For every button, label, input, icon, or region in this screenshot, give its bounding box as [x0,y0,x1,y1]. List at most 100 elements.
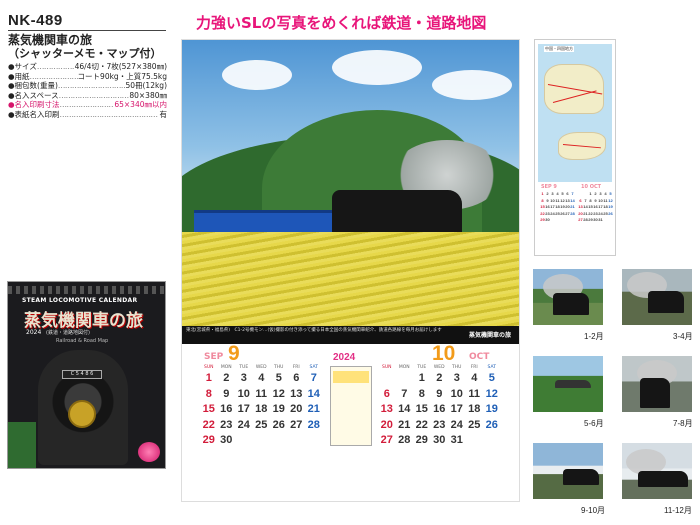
thumbnail-label: 7-8月 [673,419,693,428]
weekday-label: THU [452,365,462,370]
steam-locomotive [332,190,462,234]
day-cell: 6 [293,372,300,384]
day-cell: 27 [380,434,393,446]
spec-label: ●用紙 [8,71,30,81]
day-cell: 5 [488,372,495,384]
spec-leader: …………………………… [58,90,130,100]
day-cell: 16 [220,403,233,415]
weekday-header: SUN MON TUE WED THU FRI SAT [200,364,323,371]
thumbnail-label: 3-4月 [673,332,693,341]
day-cell: 7 [310,372,317,384]
weekday-label: TUE [417,365,427,370]
map-page[interactable]: 中国・四国地方 SEP 9 10 OCT 1 2 3 4 5 6 7 8 9 10 11 12 13 14… [535,40,615,255]
day-cell: 27 [290,418,303,431]
spec-list: ●サイズ………………46/4切・7枚(527×380㎜) ●用紙……………………… [8,62,167,120]
day-cell: 12 [272,387,285,400]
thumbnail-mar-apr[interactable] [622,269,692,325]
day-cell: 22 [202,418,215,431]
day-cell [253,433,271,449]
week-row: 20 21 22 23 24 25 26 [378,418,501,434]
day-cell: 2 [223,372,230,384]
weekday-label: SUN [203,365,214,370]
day-cell: 17 [450,403,463,415]
thumbnail-sep-oct[interactable] [533,443,603,499]
map-page-sep-label: SEP 9 [541,184,557,190]
memo-index-box [330,366,372,446]
weekday-label: WED [433,365,445,370]
day-cell: 7 [401,387,408,400]
day-cell: 1 [418,372,425,384]
day-cell [270,433,288,449]
steam-locomotive [640,378,670,408]
mini-day: 31 [598,217,603,222]
day-cell: 21 [398,418,411,431]
day-cell: 4 [471,372,478,384]
thumbnail-nov-dec[interactable] [622,443,692,499]
day-cell: 25 [468,418,481,431]
main-photo: 東北(宮城県・福島県) C1-2号機モン…(仮)撮影の付き添って撮る日本全国の蒸… [182,40,519,344]
map-page-oct-label: 10 OCT [581,184,602,190]
day-cell: 9 [223,387,230,400]
bridge [555,380,591,388]
week-row: 15 16 17 18 19 20 21 [200,402,323,418]
day-cell: 15 [202,403,215,415]
map-title: 中国・四国地方 [544,46,574,52]
spec-row-highlight: ●名入印刷寸法…………………… 65×340㎜以内 [8,100,167,110]
day-cell: 30 [433,434,446,446]
weekday-label: SAT [487,365,496,370]
mini-day: 26 [608,210,613,216]
thumbnail-jan-feb[interactable] [533,269,603,325]
passenger-cars [194,210,339,232]
spec-row: ●梱包数(重量)……………………………50冊(12kg) [8,81,167,91]
day-cell: 24 [450,418,463,431]
mini-oct-grid: 1 2 3 4 5 6 7 8 9 10 11 12 13 14 15 16 17 18 19 20 21 22 23 24 2… [578,191,613,224]
thumbnail-label: 9-10月 [581,506,606,515]
day-cell: 25 [255,418,268,431]
spec-value: 46/4切・7枚(527×380㎜) [74,62,167,71]
day-cell: 8 [418,387,425,400]
week-row: 22 23 24 25 26 27 28 [200,418,323,434]
spec-row: ●サイズ………………46/4切・7枚(527×380㎜) [8,62,167,72]
day-cell: 14 [398,403,411,415]
week-row: 13 14 15 16 17 18 19 [378,402,501,418]
mini-day: 28 [570,210,575,216]
spec-value: 有 [159,109,168,119]
spec-leader: …………………… [59,100,115,110]
product-subtitle: （シャッターメモ・マップ付） [8,47,162,60]
spec-value: 65×340㎜以内 [114,100,167,110]
day-cell: 17 [237,403,250,415]
day-cell: 22 [415,418,428,431]
week-row: 29 30 [200,433,323,449]
thumbnail-jul-aug[interactable] [622,356,692,412]
day-cell: 26 [272,418,285,431]
day-cell: 28 [398,434,411,446]
product-code: NK-489 [8,12,63,29]
cover-number-plate: C 5 4 8 6 [62,370,102,379]
day-cell: 19 [272,403,285,415]
day-cell [396,371,414,387]
spec-leader: …………………………… [57,81,126,91]
day-cell: 26 [485,418,498,431]
main-calendar-page[interactable]: 東北(宮城県・福島県) C1-2号機モン…(仮)撮影の付き添って撮る日本全国の蒸… [182,40,519,501]
day-cell: 21 [307,403,320,415]
cover-flower [138,442,160,462]
thumbnail-may-jun[interactable] [533,356,603,412]
mini-sep-grid: 1 2 3 4 5 6 7 8 9 10 11 12 13 14 15 16 17 18 19 20 21 22 23 24 2… [540,191,575,224]
headline: 力強いSLの写真をめくれば鉄道・道路地図 [196,14,487,32]
day-cell [288,433,306,449]
cover-subtitle: (鉄道・道路地図付) [46,330,90,336]
sep-en-label: SEP [204,352,224,362]
cover-trees [8,422,36,468]
day-cell: 13 [290,387,303,400]
weekday-label: SAT [309,365,318,370]
spec-leader: ……………… [36,62,75,71]
day-cell [305,433,323,449]
day-cell: 11 [255,387,268,400]
cover-image[interactable]: STEAM LOCOMOTIVE CALENDAR 蒸気機関車の旅 2024 (… [7,281,166,469]
day-cell [483,433,501,449]
day-cell: 2 [436,372,443,384]
spec-row: ●表紙名入印刷…………………………………… 有 [8,110,167,120]
day-cell: 12 [485,387,498,400]
memo-highlight [333,371,369,383]
day-cell: 4 [258,372,265,384]
